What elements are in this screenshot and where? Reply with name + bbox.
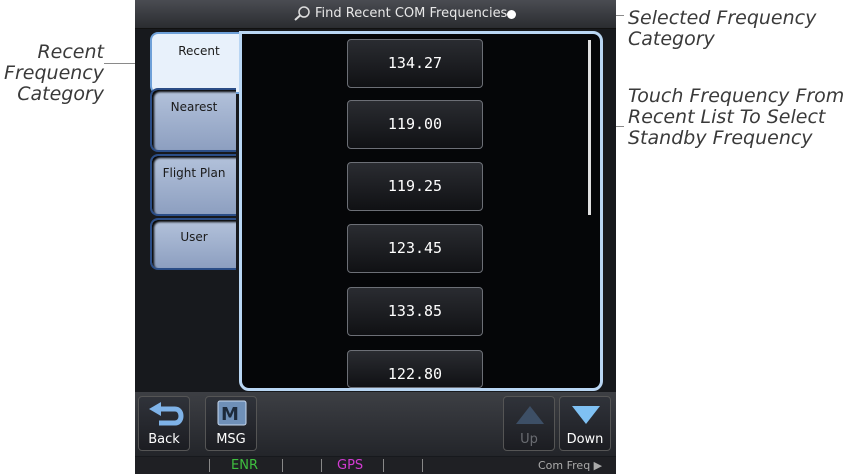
title-bar: Find Recent COM Frequencies — [135, 0, 616, 29]
status-com-freq[interactable]: Com Freq ▶ — [538, 457, 602, 474]
callout-line: Touch Frequency From — [628, 85, 845, 107]
tab-label: Recent — [178, 44, 220, 58]
divider — [282, 459, 283, 472]
divider — [209, 459, 210, 472]
frequency-button[interactable]: 122.80 — [347, 350, 483, 388]
msg-button[interactable]: M MSG — [205, 396, 257, 451]
msg-label: MSG — [216, 432, 246, 447]
down-label: Down — [566, 432, 604, 447]
status-enr: ENR — [231, 458, 258, 473]
frequency-button[interactable]: 123.45 — [347, 224, 483, 273]
callout-line: Frequency — [4, 62, 104, 84]
frequency-button[interactable]: 119.25 — [347, 162, 483, 211]
up-button[interactable]: Up — [503, 396, 555, 451]
up-label: Up — [520, 432, 538, 447]
back-label: Back — [148, 432, 180, 447]
up-arrow-icon — [516, 406, 544, 424]
svg-text:M: M — [221, 404, 239, 425]
callout-line: Selected Frequency — [628, 7, 817, 29]
tab-label: Flight Plan — [162, 166, 226, 180]
tab-nearest[interactable]: Nearest — [150, 88, 236, 152]
divider — [383, 459, 384, 472]
scrollbar[interactable] — [588, 40, 591, 215]
status-gps: GPS — [337, 458, 364, 473]
tab-label: User — [180, 230, 208, 244]
callout-line: Recent List To Select — [628, 106, 826, 128]
tab-flight-plan[interactable]: Flight Plan — [150, 154, 236, 216]
down-arrow-icon — [572, 406, 600, 424]
back-arrow-icon — [149, 402, 184, 426]
msg-icon: M — [217, 400, 247, 426]
search-icon — [294, 6, 310, 21]
frequency-button[interactable]: 133.85 — [347, 287, 483, 336]
device-screen: Find Recent COM Frequencies Recent Neare… — [135, 0, 616, 474]
divider — [321, 459, 322, 472]
callout-line: Category — [628, 28, 715, 50]
down-button[interactable]: Down — [559, 396, 611, 451]
callout-recent-category: Recent Frequency Category — [0, 42, 104, 105]
frequency-button[interactable]: 119.00 — [347, 100, 483, 149]
callout-touch-frequency: Touch Frequency From Recent List To Sele… — [628, 86, 850, 149]
back-button[interactable]: Back — [138, 396, 190, 451]
tab-user[interactable]: User — [150, 218, 236, 270]
frequency-button[interactable]: 134.27 — [347, 39, 483, 88]
callout-line: Recent — [37, 41, 104, 63]
tab-label: Nearest — [170, 100, 218, 114]
callout-line: Category — [17, 83, 104, 105]
callout-selected-category: Selected Frequency Category — [628, 8, 848, 50]
status-bar: ENR GPS Com Freq ▶ — [135, 457, 616, 474]
divider — [422, 459, 423, 472]
tab-recent[interactable]: Recent — [150, 32, 246, 94]
callout-line: Standby Frequency — [628, 127, 813, 149]
selected-indicator-dot — [507, 10, 516, 19]
page-title: Find Recent COM Frequencies — [315, 6, 508, 21]
